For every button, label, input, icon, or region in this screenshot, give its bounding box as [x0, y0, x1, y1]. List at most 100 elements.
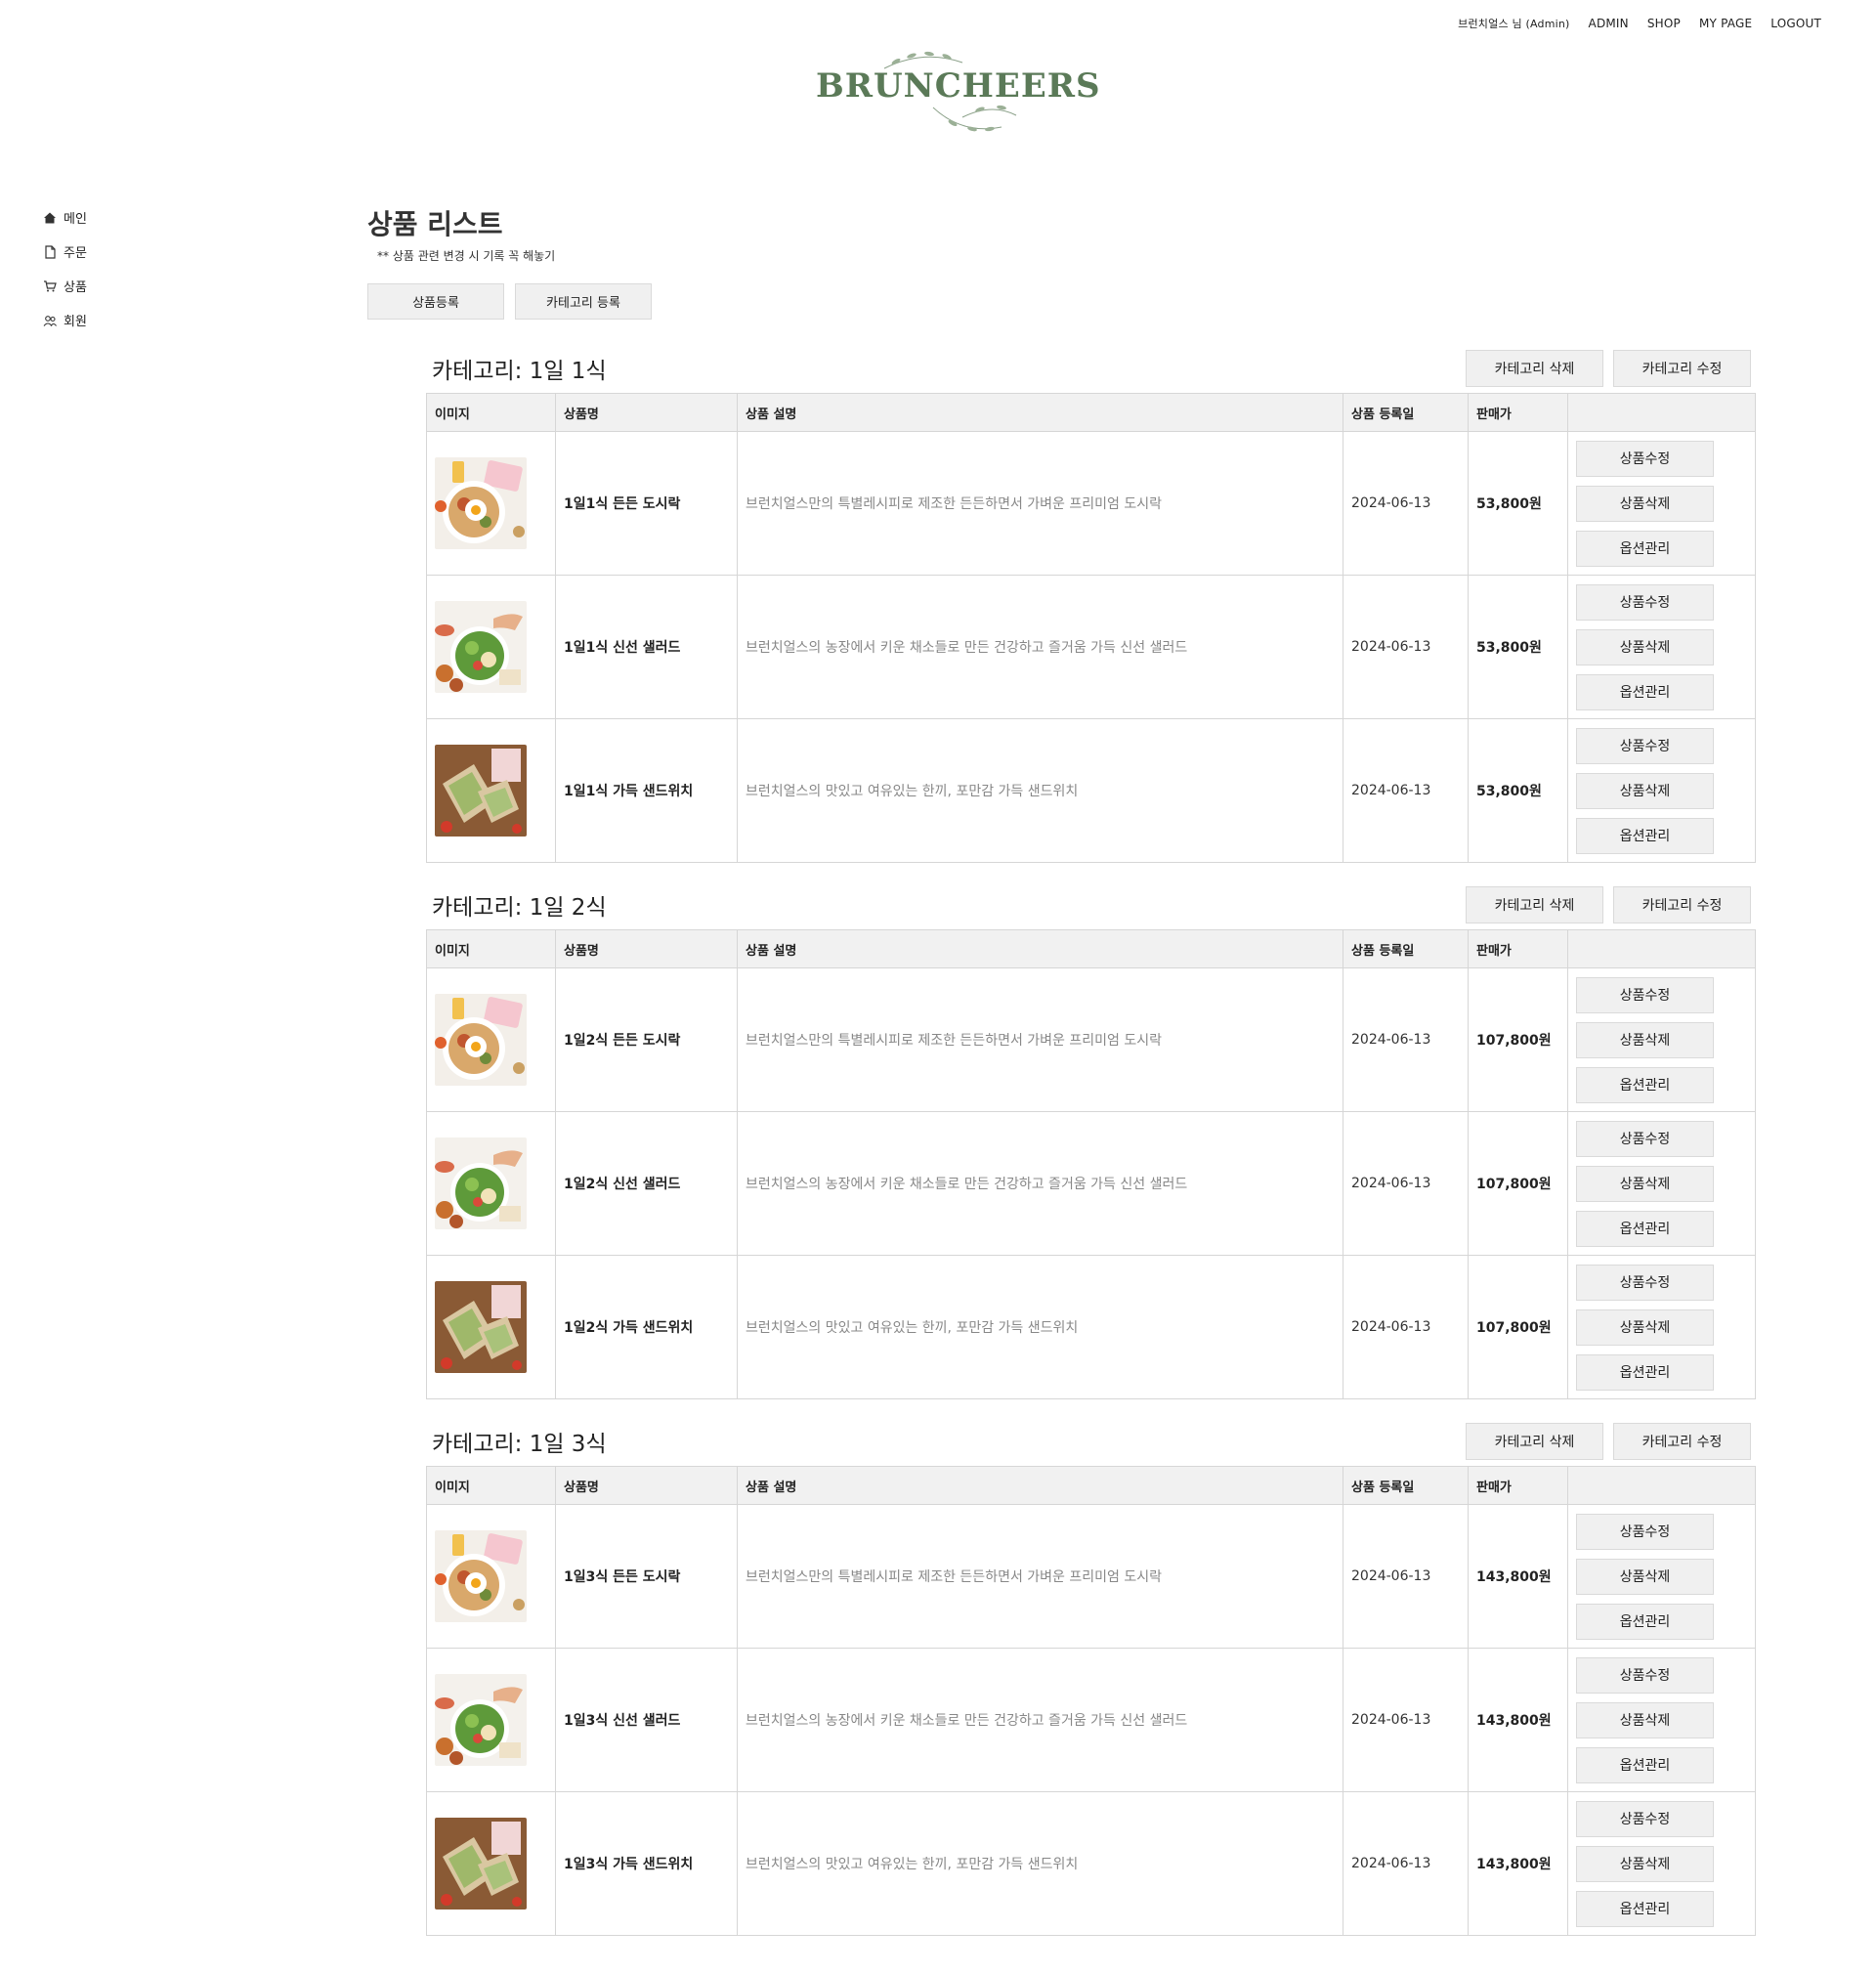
category-title: 카테고리: 1일 3식: [432, 1432, 607, 1457]
product-description: 브런치얼스의 맛있고 여유있는 한끼, 포만감 가득 샌드위치: [737, 1255, 1343, 1399]
product-name: 1일1식 가득 샌드위치: [555, 718, 738, 863]
image-cell: [426, 1255, 556, 1399]
edit-product-button[interactable]: 상품수정: [1576, 727, 1714, 764]
edit-product-button[interactable]: 상품수정: [1576, 1800, 1714, 1837]
register-product-button[interactable]: 상품등록: [367, 283, 504, 320]
users-icon: [43, 315, 57, 326]
category-edit-button[interactable]: 카테고리 수정: [1613, 1423, 1751, 1460]
product-thumbnail[interactable]: [435, 1137, 527, 1229]
delete-product-button[interactable]: 상품삭제: [1576, 485, 1714, 522]
product-date: 2024-06-13: [1343, 1791, 1469, 1936]
category-delete-button[interactable]: 카테고리 삭제: [1466, 1423, 1603, 1460]
actions-cell: 상품수정상품삭제옵션관리: [1567, 575, 1756, 719]
category-section: 카테고리: 1일 3식 카테고리 삭제 카테고리 수정 이미지 상품명 상품 설…: [426, 1417, 1756, 1953]
manage-options-button[interactable]: 옵션관리: [1576, 673, 1714, 710]
product-name: 1일2식 든든 도시락: [555, 967, 738, 1112]
category-section: 카테고리: 1일 1식 카테고리 삭제 카테고리 수정 이미지 상품명 상품 설…: [426, 344, 1756, 880]
product-date: 2024-06-13: [1343, 575, 1469, 719]
table-row: 1일1식 신선 샐러드 브런치얼스의 농장에서 키운 채소들로 만든 건강하고 즐…: [426, 575, 1756, 719]
nav-shop-link[interactable]: SHOP: [1647, 17, 1681, 30]
product-price: 53,800원: [1468, 575, 1568, 719]
actions-cell: 상품수정상품삭제옵션관리: [1567, 1648, 1756, 1792]
column-header-name: 상품명: [555, 1466, 738, 1505]
column-header-image: 이미지: [426, 393, 556, 432]
manage-options-button[interactable]: 옵션관리: [1576, 1210, 1714, 1247]
product-thumbnail[interactable]: [435, 601, 527, 693]
edit-product-button[interactable]: 상품수정: [1576, 976, 1714, 1013]
manage-options-button[interactable]: 옵션관리: [1576, 1353, 1714, 1391]
product-price: 107,800원: [1468, 1111, 1568, 1256]
category-delete-button[interactable]: 카테고리 삭제: [1466, 886, 1603, 923]
brand-logo[interactable]: BRUNCHEERS: [816, 49, 1100, 137]
image-cell: [426, 1791, 556, 1936]
actions-cell: 상품수정상품삭제옵션관리: [1567, 1111, 1756, 1256]
manage-options-button[interactable]: 옵션관리: [1576, 530, 1714, 567]
delete-product-button[interactable]: 상품삭제: [1576, 1021, 1714, 1058]
product-thumbnail[interactable]: [435, 1530, 527, 1622]
manage-options-button[interactable]: 옵션관리: [1576, 817, 1714, 854]
actions-cell: 상품수정상품삭제옵션관리: [1567, 1791, 1756, 1936]
actions-cell: 상품수정상품삭제옵션관리: [1567, 967, 1756, 1112]
sidebar-item-label: 회원: [64, 315, 87, 329]
manage-options-button[interactable]: 옵션관리: [1576, 1890, 1714, 1927]
image-cell: [426, 967, 556, 1112]
delete-product-button[interactable]: 상품삭제: [1576, 628, 1714, 665]
delete-product-button[interactable]: 상품삭제: [1576, 1701, 1714, 1738]
column-header-actions: [1567, 929, 1756, 968]
product-date: 2024-06-13: [1343, 967, 1469, 1112]
column-header-image: 이미지: [426, 1466, 556, 1505]
sidebar-item-products[interactable]: 상품: [43, 269, 87, 303]
nav-logout-link[interactable]: LOGOUT: [1770, 17, 1821, 30]
table-row: 1일3식 신선 샐러드 브런치얼스의 농장에서 키운 채소들로 만든 건강하고 즐…: [426, 1648, 1756, 1792]
product-name: 1일3식 신선 샐러드: [555, 1648, 738, 1792]
image-cell: [426, 1648, 556, 1792]
register-category-button[interactable]: 카테고리 등록: [515, 283, 652, 320]
product-thumbnail[interactable]: [435, 1674, 527, 1766]
column-header-date: 상품 등록일: [1343, 1466, 1469, 1505]
delete-product-button[interactable]: 상품삭제: [1576, 1165, 1714, 1202]
column-header-actions: [1567, 1466, 1756, 1505]
edit-product-button[interactable]: 상품수정: [1576, 1513, 1714, 1550]
product-thumbnail[interactable]: [435, 457, 527, 549]
delete-product-button[interactable]: 상품삭제: [1576, 1558, 1714, 1595]
edit-product-button[interactable]: 상품수정: [1576, 1120, 1714, 1157]
product-thumbnail[interactable]: [435, 1281, 527, 1373]
manage-options-button[interactable]: 옵션관리: [1576, 1603, 1714, 1640]
edit-product-button[interactable]: 상품수정: [1576, 583, 1714, 621]
column-header-actions: [1567, 393, 1756, 432]
table-header-row: 이미지 상품명 상품 설명 상품 등록일 판매가: [426, 1466, 1756, 1505]
product-name: 1일3식 든든 도시락: [555, 1504, 738, 1649]
sidebar-item-orders[interactable]: 주문: [43, 235, 87, 269]
product-table: 이미지 상품명 상품 설명 상품 등록일 판매가 1일1식 든든 도시락 브런치얼…: [426, 393, 1756, 863]
product-thumbnail[interactable]: [435, 994, 527, 1086]
manage-options-button[interactable]: 옵션관리: [1576, 1746, 1714, 1783]
product-thumbnail[interactable]: [435, 745, 527, 837]
column-header-price: 판매가: [1468, 393, 1568, 432]
page-note: ** 상품 관련 변경 시 기록 꼭 해놓기: [377, 249, 556, 263]
product-description: 브런치얼스의 맛있고 여유있는 한끼, 포만감 가득 샌드위치: [737, 718, 1343, 863]
category-edit-button[interactable]: 카테고리 수정: [1613, 350, 1751, 387]
table-row: 1일2식 신선 샐러드 브런치얼스의 농장에서 키운 채소들로 만든 건강하고 즐…: [426, 1111, 1756, 1256]
edit-product-button[interactable]: 상품수정: [1576, 440, 1714, 477]
category-section: 카테고리: 1일 2식 카테고리 삭제 카테고리 수정 이미지 상품명 상품 설…: [426, 880, 1756, 1417]
product-description: 브런치얼스만의 특별레시피로 제조한 든든하면서 가벼운 프리미엄 도시락: [737, 1504, 1343, 1649]
category-delete-button[interactable]: 카테고리 삭제: [1466, 350, 1603, 387]
column-header-desc: 상품 설명: [737, 393, 1343, 432]
delete-product-button[interactable]: 상품삭제: [1576, 772, 1714, 809]
product-description: 브런치얼스의 농장에서 키운 채소들로 만든 건강하고 즐거움 가득 신선 샐러…: [737, 1648, 1343, 1792]
sidebar-item-members[interactable]: 회원: [43, 303, 87, 337]
table-header-row: 이미지 상품명 상품 설명 상품 등록일 판매가: [426, 929, 1756, 968]
nav-admin-link[interactable]: ADMIN: [1589, 17, 1629, 30]
nav-mypage-link[interactable]: MY PAGE: [1699, 17, 1752, 30]
edit-product-button[interactable]: 상품수정: [1576, 1656, 1714, 1694]
manage-options-button[interactable]: 옵션관리: [1576, 1066, 1714, 1103]
delete-product-button[interactable]: 상품삭제: [1576, 1309, 1714, 1346]
edit-product-button[interactable]: 상품수정: [1576, 1264, 1714, 1301]
product-description: 브런치얼스만의 특별레시피로 제조한 든든하면서 가벼운 프리미엄 도시락: [737, 431, 1343, 576]
column-header-desc: 상품 설명: [737, 1466, 1343, 1505]
image-cell: [426, 718, 556, 863]
product-thumbnail[interactable]: [435, 1818, 527, 1910]
sidebar-item-main[interactable]: 메인: [43, 200, 87, 235]
category-edit-button[interactable]: 카테고리 수정: [1613, 886, 1751, 923]
delete-product-button[interactable]: 상품삭제: [1576, 1845, 1714, 1882]
